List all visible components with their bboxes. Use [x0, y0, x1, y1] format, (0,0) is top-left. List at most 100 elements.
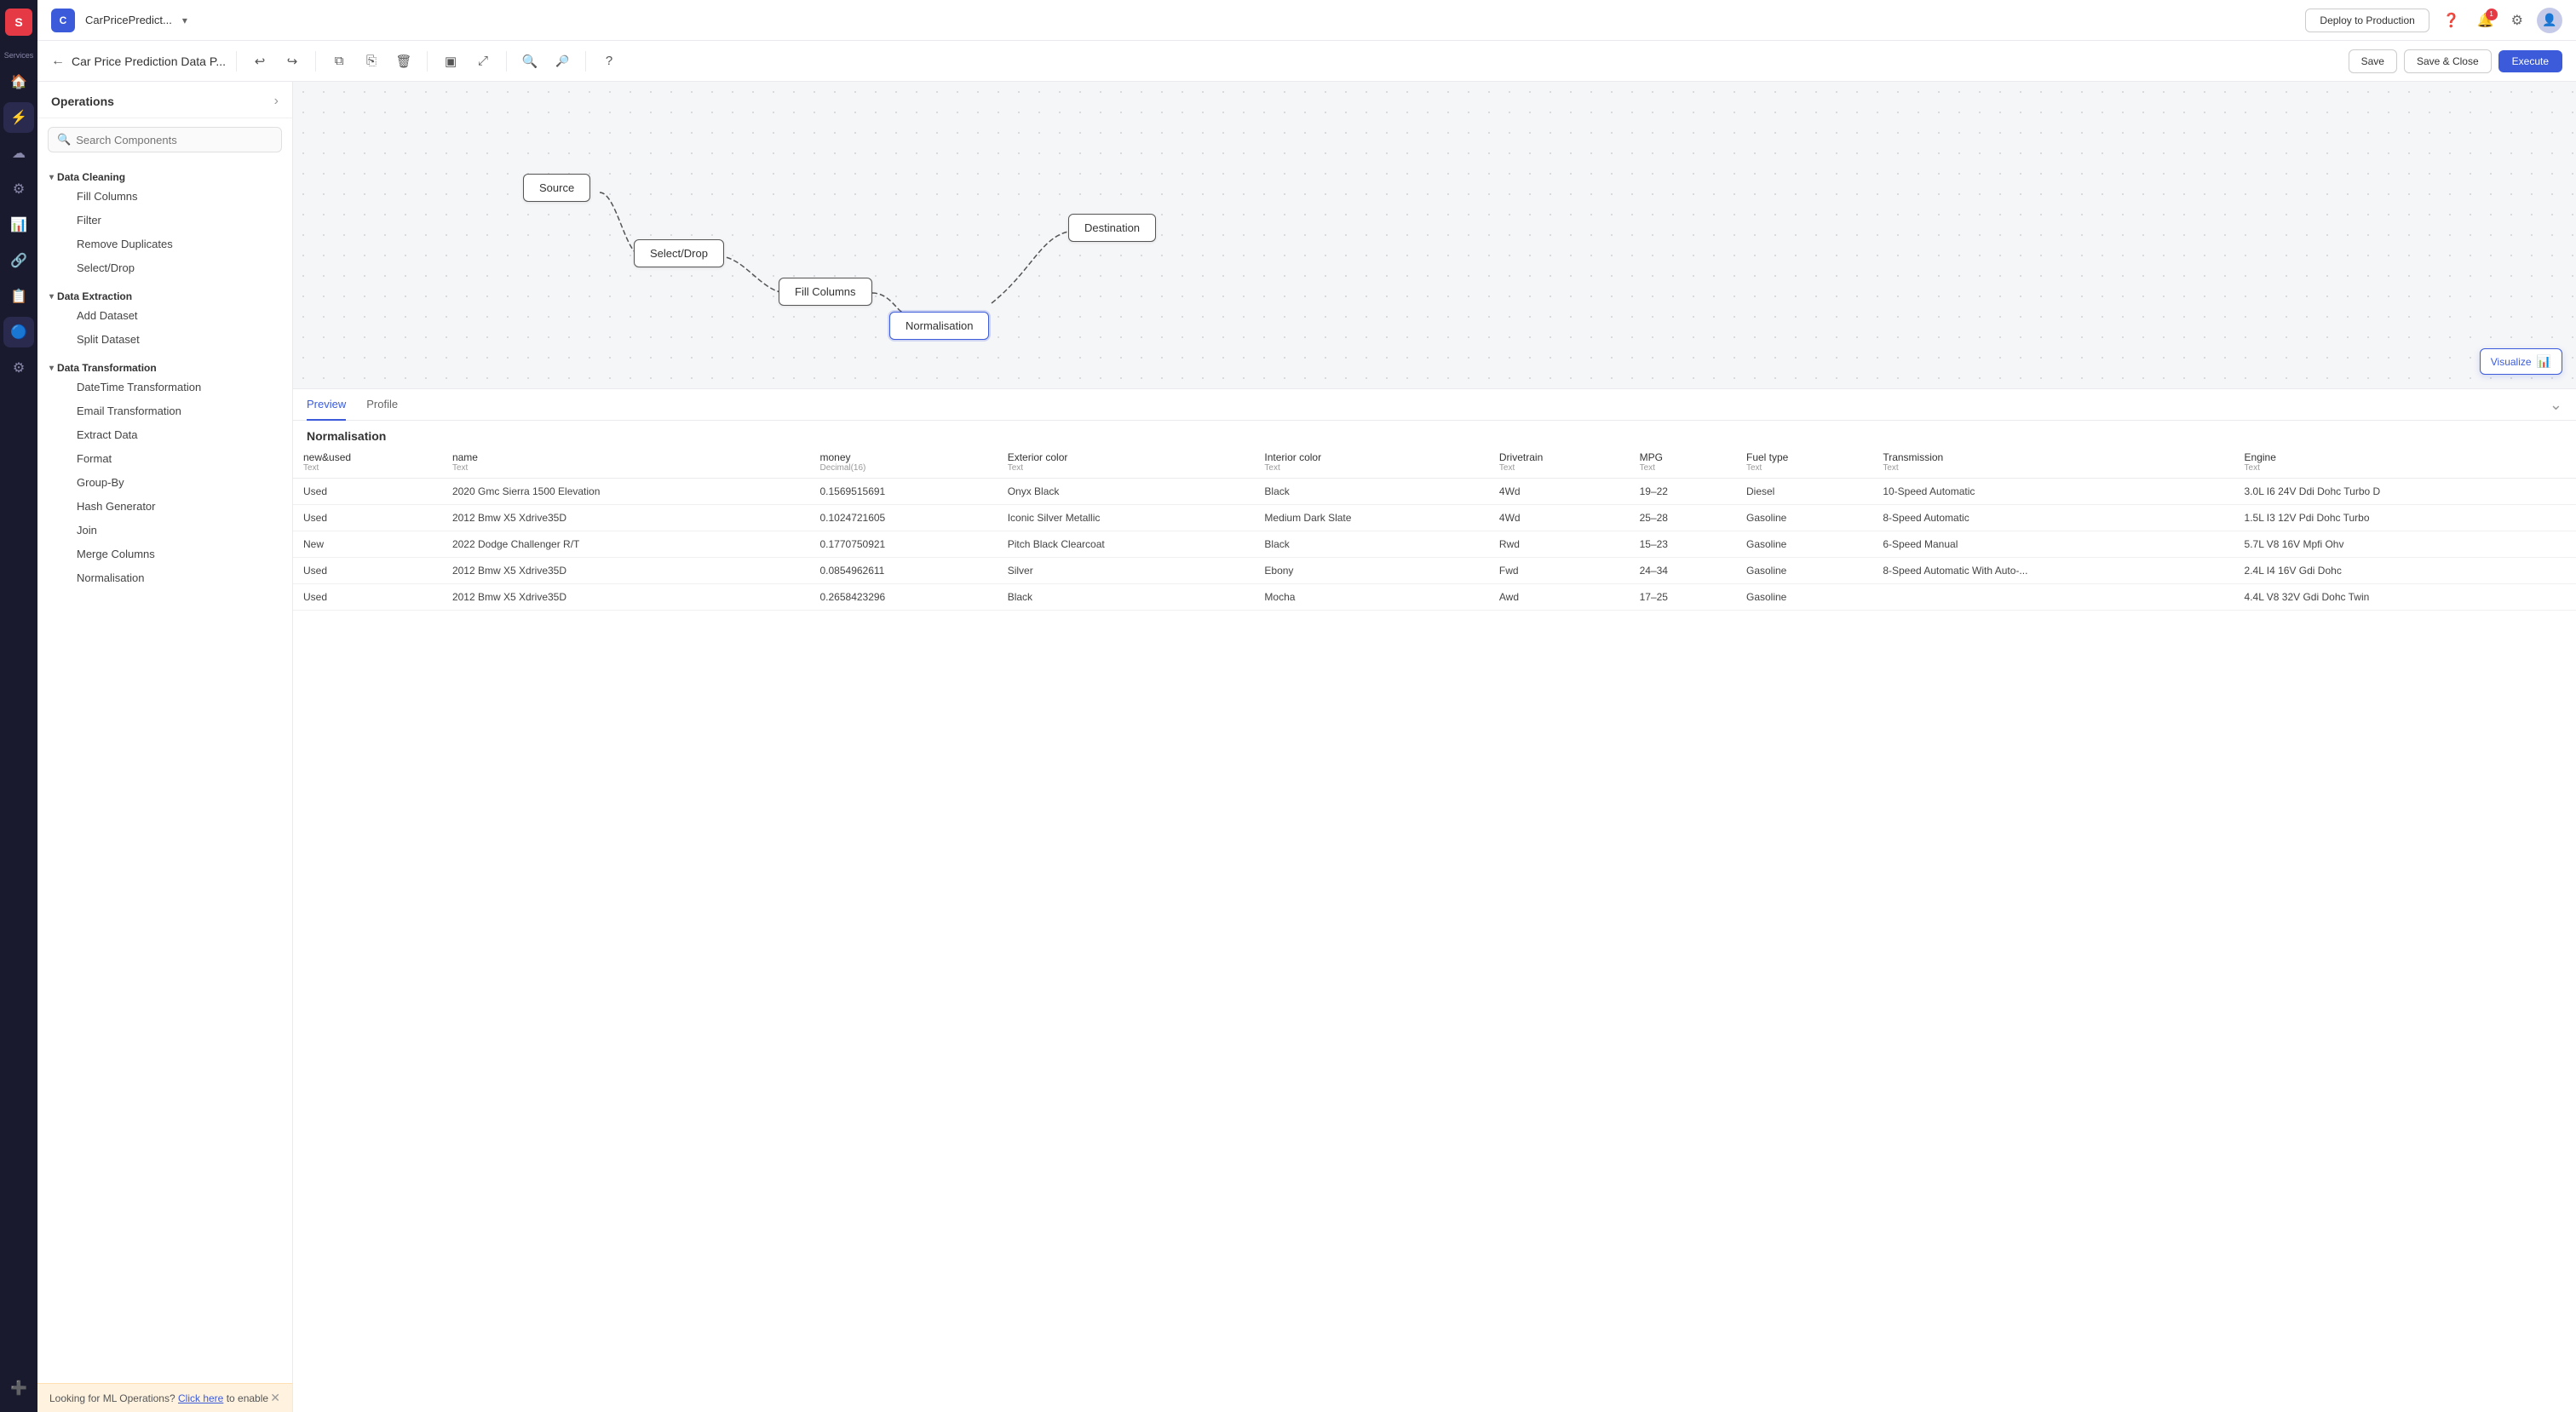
- category-header-data-cleaning[interactable]: ▾ Data Cleaning: [49, 171, 280, 183]
- delete-button[interactable]: 🗑: [391, 49, 417, 74]
- cell-1-1: 2012 Bmw X5 Xdrive35D: [442, 505, 810, 531]
- op-remove-duplicates[interactable]: Remove Duplicates: [53, 232, 277, 255]
- node-fill-columns[interactable]: Fill Columns: [779, 278, 872, 306]
- op-join[interactable]: Join: [53, 519, 277, 542]
- col-header-exterior-color: Exterior colorText: [998, 446, 1255, 479]
- avatar[interactable]: 👤: [2537, 8, 2562, 33]
- preview-collapse-button[interactable]: ⌄: [2550, 396, 2562, 414]
- notification-close-button[interactable]: ✕: [270, 1391, 280, 1405]
- cell-3-7: Gasoline: [1736, 558, 1872, 584]
- cell-1-6: 25–28: [1630, 505, 1736, 531]
- cell-4-8: [1872, 584, 2234, 611]
- expand-button[interactable]: ⤢: [470, 49, 496, 74]
- search-box: 🔍: [48, 127, 282, 152]
- cell-3-1: 2012 Bmw X5 Xdrive35D: [442, 558, 810, 584]
- op-filter[interactable]: Filter: [53, 209, 277, 232]
- settings-icon[interactable]: ⚙: [2508, 9, 2527, 32]
- operations-list: ▾ Data Cleaning Fill Columns Filter Remo…: [37, 161, 292, 1383]
- col-header-drivetrain: DrivetrainText: [1489, 446, 1630, 479]
- paste-button[interactable]: ⎘: [359, 49, 384, 74]
- deploy-button[interactable]: Deploy to Production: [2305, 9, 2429, 32]
- sidebar-cloud[interactable]: ☁: [3, 138, 34, 169]
- op-fill-columns[interactable]: Fill Columns: [53, 185, 277, 208]
- project-name: CarPricePredict...: [85, 14, 172, 26]
- sidebar-connect[interactable]: 🔗: [3, 245, 34, 276]
- node-source[interactable]: Source: [523, 174, 590, 202]
- undo-button[interactable]: ↩: [247, 49, 273, 74]
- cell-3-6: 24–34: [1630, 558, 1736, 584]
- sidebar-globe[interactable]: ⚙: [3, 353, 34, 383]
- project-dropdown-icon[interactable]: ▾: [182, 14, 187, 26]
- node-destination[interactable]: Destination: [1068, 214, 1156, 242]
- op-merge-columns[interactable]: Merge Columns: [53, 542, 277, 565]
- notification-badge: 1: [2486, 9, 2498, 20]
- op-select-drop[interactable]: Select/Drop: [53, 256, 277, 279]
- cell-0-5: 4Wd: [1489, 479, 1630, 505]
- cell-3-0: Used: [293, 558, 442, 584]
- monitor-button[interactable]: ▣: [438, 49, 463, 74]
- col-header-name: nameText: [442, 446, 810, 479]
- cell-4-0: Used: [293, 584, 442, 611]
- execute-button[interactable]: Execute: [2498, 50, 2562, 72]
- search-input[interactable]: [76, 134, 273, 146]
- zoom-out-button[interactable]: 🔍: [517, 49, 543, 74]
- sidebar-active[interactable]: 🔵: [3, 317, 34, 347]
- sidebar-reports[interactable]: 📋: [3, 281, 34, 312]
- category-header-data-extraction[interactable]: ▾ Data Extraction: [49, 290, 280, 302]
- pipeline-header: ← Car Price Prediction Data P... ↩ ↪ ⧉ ⎘…: [37, 41, 2576, 82]
- search-icon: 🔍: [57, 133, 71, 146]
- op-group-by[interactable]: Group-By: [53, 471, 277, 494]
- tab-preview[interactable]: Preview: [307, 389, 346, 421]
- zoom-in-button[interactable]: 🔎: [549, 49, 575, 74]
- table-row: Used2020 Gmc Sierra 1500 Elevation0.1569…: [293, 479, 2576, 505]
- cell-1-9: 1.5L I3 12V Pdi Dohc Turbo: [2234, 505, 2576, 531]
- sidebar-pipeline[interactable]: ⚡: [3, 102, 34, 133]
- save-button[interactable]: Save: [2349, 49, 2397, 73]
- tab-profile[interactable]: Profile: [366, 389, 398, 421]
- preview-area: Preview Profile ⌄ Normalisation new&used…: [293, 388, 2576, 1412]
- preview-table-body: Used2020 Gmc Sierra 1500 Elevation0.1569…: [293, 479, 2576, 611]
- cell-4-1: 2012 Bmw X5 Xdrive35D: [442, 584, 810, 611]
- node-select-drop[interactable]: Select/Drop: [634, 239, 724, 267]
- col-header-new-used: new&usedText: [293, 446, 442, 479]
- back-button[interactable]: ←: [51, 54, 65, 69]
- op-normalisation[interactable]: Normalisation: [53, 566, 277, 589]
- op-add-dataset[interactable]: Add Dataset: [53, 304, 277, 327]
- op-format[interactable]: Format: [53, 447, 277, 470]
- preview-table: new&usedText nameText moneyDecimal(16) E…: [293, 446, 2576, 611]
- sidebar-analytics[interactable]: 📊: [3, 210, 34, 240]
- preview-table-wrapper[interactable]: new&usedText nameText moneyDecimal(16) E…: [293, 446, 2576, 1412]
- cell-0-4: Black: [1254, 479, 1488, 505]
- cell-1-0: Used: [293, 505, 442, 531]
- sidebar-add[interactable]: ➕: [3, 1373, 34, 1403]
- op-hash-generator[interactable]: Hash Generator: [53, 495, 277, 518]
- notification-link[interactable]: Click here: [178, 1392, 223, 1404]
- category-header-data-transformation[interactable]: ▾ Data Transformation: [49, 362, 280, 374]
- cell-3-9: 2.4L I4 16V Gdi Dohc: [2234, 558, 2576, 584]
- collapse-panel-button[interactable]: ›: [274, 94, 279, 109]
- op-datetime-transformation[interactable]: DateTime Transformation: [53, 376, 277, 399]
- op-split-dataset[interactable]: Split Dataset: [53, 328, 277, 351]
- table-row: Used2012 Bmw X5 Xdrive35D0.2658423296Bla…: [293, 584, 2576, 611]
- project-logo: C: [51, 9, 75, 32]
- op-extract-data[interactable]: Extract Data: [53, 423, 277, 446]
- cell-4-2: 0.2658423296: [809, 584, 997, 611]
- category-data-extraction: ▾ Data Extraction Add Dataset Split Data…: [37, 284, 292, 355]
- redo-button[interactable]: ↪: [279, 49, 305, 74]
- visualize-button[interactable]: Visualize 📊: [2480, 348, 2562, 375]
- copy-button[interactable]: ⧉: [326, 49, 352, 74]
- op-email-transformation[interactable]: Email Transformation: [53, 399, 277, 422]
- category-data-transformation: ▾ Data Transformation DateTime Transform…: [37, 355, 292, 594]
- sidebar-settings[interactable]: ⚙: [3, 174, 34, 204]
- save-close-button[interactable]: Save & Close: [2404, 49, 2492, 73]
- notification-icon[interactable]: 🔔 1: [2474, 9, 2498, 32]
- app-logo[interactable]: S: [5, 9, 32, 36]
- help-toolbar-icon[interactable]: ?: [596, 49, 622, 74]
- col-header-mpg: MPGText: [1630, 446, 1736, 479]
- help-icon[interactable]: ❓: [2440, 9, 2464, 32]
- cell-2-6: 15–23: [1630, 531, 1736, 558]
- sidebar-home[interactable]: 🏠: [3, 66, 34, 97]
- node-normalisation[interactable]: Normalisation: [889, 312, 989, 340]
- pipeline-canvas[interactable]: Source Select/Drop Fill Columns Normalis…: [293, 82, 2576, 388]
- cell-4-4: Mocha: [1254, 584, 1488, 611]
